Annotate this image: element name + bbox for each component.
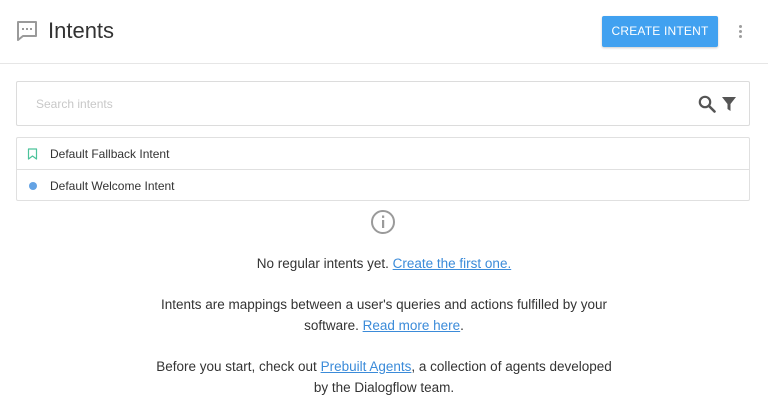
page-title: Intents (48, 18, 115, 43)
intent-row-default-fallback[interactable]: Default Fallback Intent (17, 138, 749, 169)
create-first-intent-link[interactable]: Create the first one. (393, 256, 512, 271)
intent-list: Default Fallback Intent Default Welcome … (16, 137, 750, 201)
page-header: Intents CREATE INTENT (0, 0, 768, 64)
intent-label: Default Fallback Intent (50, 147, 170, 161)
search-bar (16, 81, 750, 126)
search-icon[interactable] (698, 95, 716, 113)
status-dot-icon (29, 182, 37, 190)
filter-icon[interactable] (721, 96, 737, 112)
more-vertical-icon[interactable] (733, 20, 749, 42)
read-more-link[interactable]: Read more here (363, 318, 461, 333)
intent-label: Default Welcome Intent (50, 179, 175, 193)
prebuilt-agents-link[interactable]: Prebuilt Agents (321, 359, 412, 374)
create-intent-button[interactable]: CREATE INTENT (602, 16, 718, 47)
prebuilt-agents-description: Before you start, check out Prebuilt Age… (156, 359, 612, 395)
info-icon (371, 210, 395, 234)
chat-bubble-icon (17, 21, 37, 41)
bookmark-icon (27, 148, 38, 160)
intent-row-default-welcome[interactable]: Default Welcome Intent (17, 169, 749, 200)
empty-state-message: No regular intents yet. Create the first… (256, 256, 512, 271)
intents-description: Intents are mappings between a user's qu… (160, 297, 608, 333)
search-input[interactable] (36, 94, 636, 114)
